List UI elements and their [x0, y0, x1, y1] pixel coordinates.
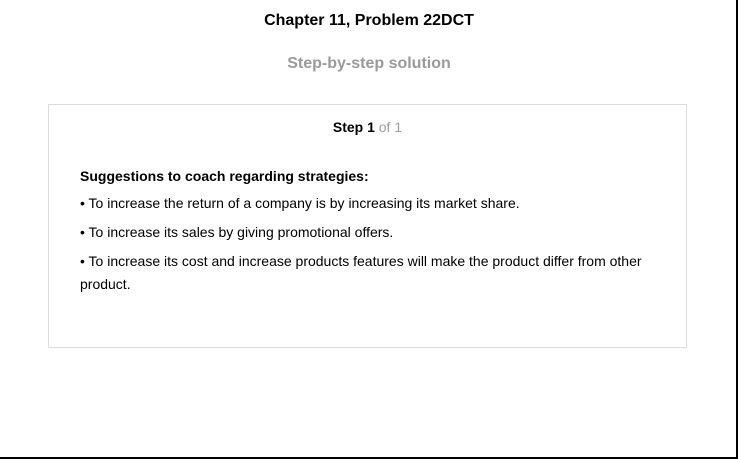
- list-item: • To increase its cost and increase prod…: [80, 253, 642, 292]
- list-item: • To increase its sales by giving promot…: [80, 224, 394, 240]
- list-item: • To increase the return of a company is…: [80, 195, 520, 211]
- section-heading: Suggestions to coach regarding strategie…: [80, 168, 369, 184]
- solution-card: Step 1 of 1 Suggestions to coach regardi…: [48, 104, 687, 348]
- step-label: Step 1: [332, 119, 375, 135]
- step-body: Suggestions to coach regarding strategie…: [80, 166, 670, 302]
- step-header: Step 1 of 1: [49, 119, 686, 135]
- step-count: of 1: [378, 119, 403, 135]
- solution-subtitle: Step-by-step solution: [287, 55, 451, 72]
- page-title: Chapter 11, Problem 22DCT: [264, 12, 474, 29]
